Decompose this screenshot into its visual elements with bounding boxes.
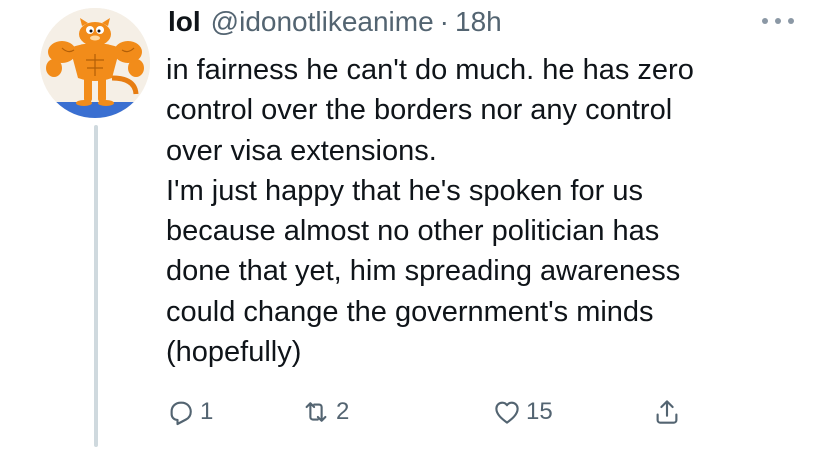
tweet-actions-bar: 1 2 15: [166, 394, 726, 434]
tweet-text-line: done that yet, him spreading awareness: [166, 255, 681, 288]
user-handle[interactable]: @idonotlikeanime: [211, 6, 434, 38]
more-dot: [762, 18, 768, 24]
retweet-button[interactable]: 2: [300, 394, 349, 430]
tweet-timestamp[interactable]: 18h: [455, 6, 502, 38]
like-button[interactable]: 15: [492, 394, 553, 430]
heart-icon: [495, 401, 519, 424]
retweet-count: 2: [336, 398, 350, 425]
tweet-text: in fairness he can't do much. he has zer…: [166, 50, 786, 372]
more-dot: [788, 18, 794, 24]
like-count: 15: [526, 398, 553, 425]
retweet-icon: [305, 402, 327, 422]
tweet-text-line: over visa extensions.: [166, 134, 437, 167]
reply-icon: [170, 401, 192, 426]
tweet-text-line: (hopefully): [166, 336, 302, 369]
more-options-icon[interactable]: [762, 10, 794, 32]
thread-connector-line: [94, 125, 98, 447]
tweet-text-line: because almost no other politician has: [166, 215, 660, 248]
share-button[interactable]: [652, 394, 682, 430]
tweet-header: lol @idonotlikeanime · 18h: [168, 2, 502, 42]
reply-count: 1: [200, 398, 214, 425]
share-icon: [656, 400, 678, 424]
tweet-text-line: control over the borders nor any control: [166, 94, 673, 127]
muscular-cartoon-cat-avatar-icon: [40, 8, 150, 118]
tweet-text-line: I'm just happy that he's spoken for us: [166, 174, 643, 207]
header-separator: ·: [439, 6, 449, 37]
display-name[interactable]: lol: [168, 6, 201, 38]
reply-button[interactable]: 1: [166, 394, 213, 430]
more-dot: [775, 18, 781, 24]
tweet-text-line: in fairness he can't do much. he has zer…: [166, 54, 694, 86]
tweet-text-line: could change the government's minds: [166, 295, 654, 328]
avatar[interactable]: [40, 8, 150, 118]
